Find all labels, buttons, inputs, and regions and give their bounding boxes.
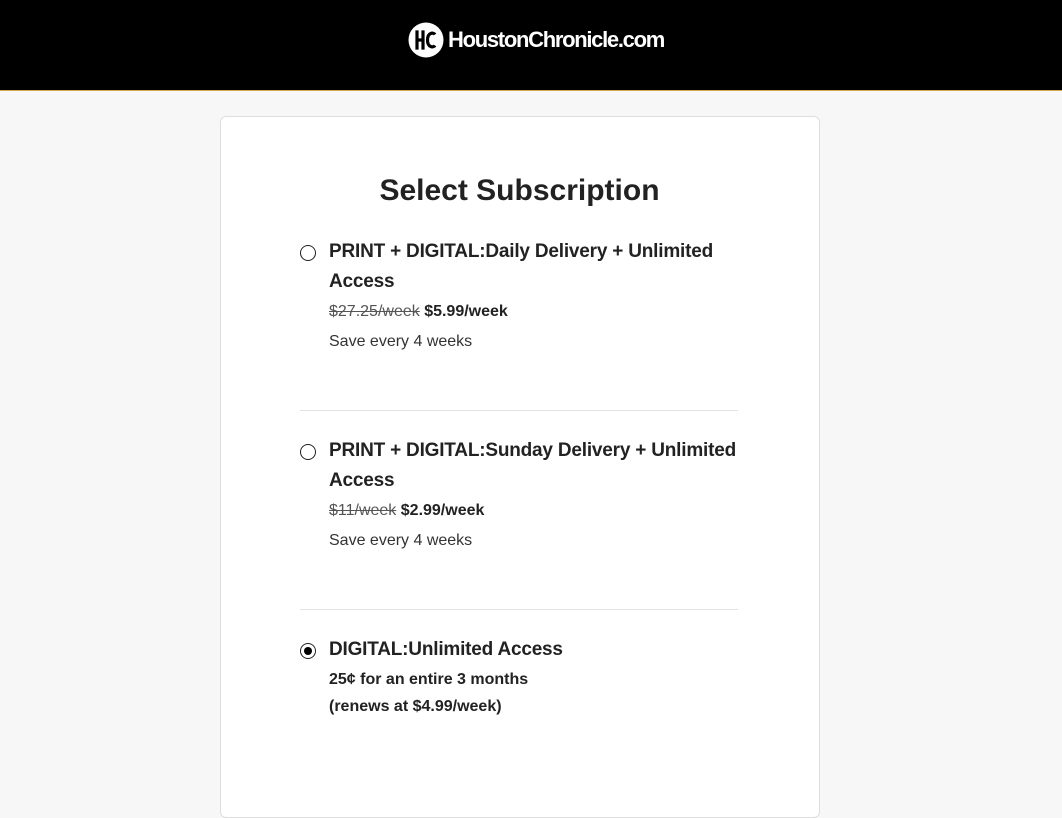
option-title-line: PRINT + DIGITAL:Daily Delivery + Unlimit…	[329, 241, 714, 262]
option-title: DIGITAL:Unlimited Access	[329, 639, 563, 660]
price-line: $27.25/week $5.99/week	[329, 297, 749, 327]
option-title-line: PRINT + DIGITAL:Sunday Delivery + Unlimi…	[329, 440, 737, 461]
option-title-line: Access	[329, 271, 395, 292]
billing-note: Save every 4 weeks	[329, 333, 473, 350]
promo-offer: 25¢ for an entire 3 months	[329, 671, 529, 688]
option-title: PRINT + DIGITAL:Daily Delivery + Unlimit…	[329, 237, 749, 297]
divider	[300, 609, 738, 610]
option-details: PRINT + DIGITAL:Sunday Delivery + Unlimi…	[329, 436, 749, 556]
brand-logo-link[interactable]: HoustonChronicle.com	[408, 22, 665, 58]
radio-sunday[interactable]	[300, 444, 316, 460]
subscription-option-digital[interactable]: DIGITAL:Unlimited Access 25¢ for an enti…	[300, 635, 738, 725]
original-price: $27.25/week	[329, 303, 420, 320]
billing-note: Save every 4 weeks	[329, 532, 473, 549]
option-title: PRINT + DIGITAL:Sunday Delivery + Unlimi…	[329, 436, 749, 496]
option-details: PRINT + DIGITAL:Daily Delivery + Unlimit…	[329, 237, 749, 357]
option-title-line: Access	[329, 470, 395, 491]
brand-name: HoustonChronicle.com	[448, 27, 665, 52]
subscription-option-sunday[interactable]: PRINT + DIGITAL:Sunday Delivery + Unlimi…	[300, 436, 738, 576]
divider	[300, 410, 738, 411]
radio-digital[interactable]	[300, 643, 316, 659]
price-line: $11/week $2.99/week	[329, 496, 749, 526]
original-price: $11/week	[329, 502, 397, 519]
radio-daily[interactable]	[300, 245, 316, 261]
site-header: HoustonChronicle.com	[0, 0, 1062, 91]
sale-price: $5.99/week	[424, 303, 508, 320]
renewal-note: (renews at $4.99/week)	[329, 698, 502, 715]
option-details: DIGITAL:Unlimited Access 25¢ for an enti…	[329, 635, 749, 720]
sale-price: $2.99/week	[400, 502, 485, 519]
page-title: Select Subscription	[379, 174, 660, 207]
subscription-option-daily[interactable]: PRINT + DIGITAL:Daily Delivery + Unlimit…	[300, 237, 738, 377]
hc-logo-icon	[408, 22, 444, 58]
